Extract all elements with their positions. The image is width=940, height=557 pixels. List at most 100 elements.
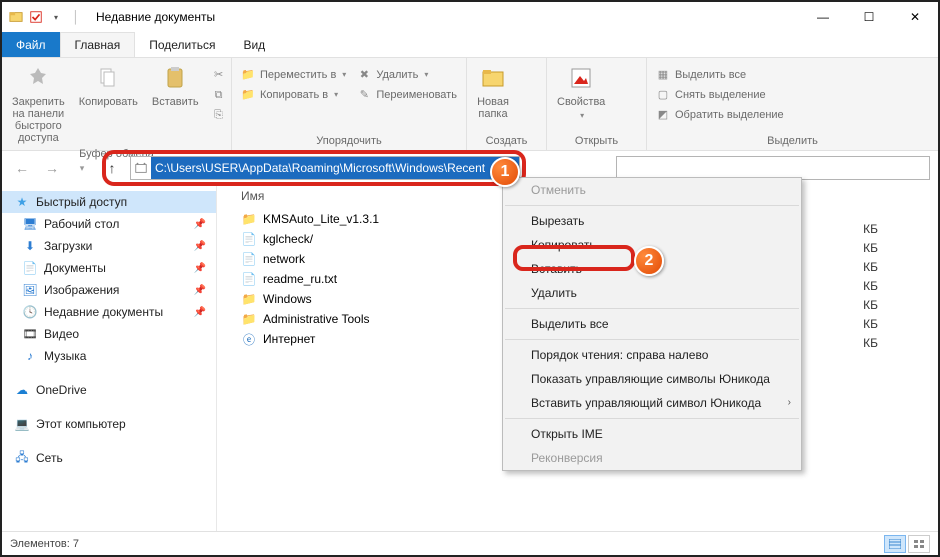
explorer-window: ▾ │ Недавние документы — ☐ ✕ Файл Главна… [0, 0, 940, 557]
selectinvert-icon: ◩ [655, 107, 671, 123]
nav-forward[interactable]: → [40, 160, 64, 176]
properties-icon [565, 62, 597, 94]
close-button[interactable]: ✕ [892, 2, 938, 32]
status-bar: Элементов: 7 [2, 531, 938, 555]
scissors-icon: ✂ [211, 67, 227, 83]
moveto-icon: 📁 [240, 67, 256, 83]
ctx-insert-unicode[interactable]: Вставить управляющий символ Юникода› [503, 391, 801, 415]
path-icon: ⧉ [211, 87, 227, 103]
sidebar-music[interactable]: ♪Музыка [2, 345, 216, 367]
pictures-icon: 🖼 [22, 282, 38, 298]
group-create-label: Создать [467, 135, 546, 150]
newfolder-button[interactable]: Новая папка [473, 62, 513, 120]
sidebar-recent[interactable]: 🕓Недавние документы📌 [2, 301, 216, 323]
sidebar-thispc[interactable]: 💻Этот компьютер [2, 413, 216, 435]
address-bar[interactable] [130, 156, 520, 180]
delete-button[interactable]: ✖Удалить▾ [354, 66, 459, 84]
copy-label: Копировать [79, 96, 138, 108]
maximize-button[interactable]: ☐ [846, 2, 892, 32]
nav-back[interactable]: ← [10, 160, 34, 176]
rename-icon: ✎ [356, 87, 372, 103]
ribbon: Закрепить на панели быстрого доступа Коп… [2, 58, 938, 151]
cut-small[interactable]: ✂ [209, 66, 229, 84]
pin-label: Закрепить на панели быстрого доступа [12, 96, 65, 144]
newfolder-label: Новая папка [477, 96, 509, 120]
ctx-reconv: Реконверсия [503, 446, 801, 470]
copy-icon [92, 62, 124, 94]
sidebar-documents[interactable]: 📄Документы📌 [2, 257, 216, 279]
callout-badge-2: 2 [634, 246, 664, 276]
properties-button[interactable]: Свойства▾ [553, 62, 609, 122]
ctx-delete[interactable]: Удалить [503, 281, 801, 305]
downloads-icon: ⬇ [22, 238, 38, 254]
network-icon: 🖧 [14, 450, 30, 466]
pin-icon: 📌 [194, 285, 206, 296]
sidebar-desktop[interactable]: 🖥Рабочий стол📌 [2, 213, 216, 235]
tab-view[interactable]: Вид [229, 32, 279, 57]
selectinvert-button[interactable]: ◩Обратить выделение [653, 106, 786, 124]
pin-icon: 📌 [194, 241, 206, 252]
selectnone-icon: ▢ [655, 87, 671, 103]
nav-up[interactable]: ↑ [100, 160, 124, 176]
pasteshort-small[interactable]: ⎘ [209, 106, 229, 124]
sidebar-onedrive[interactable]: ☁OneDrive [2, 379, 216, 401]
sidebar-videos[interactable]: 🎞Видео [2, 323, 216, 345]
ctx-rtl[interactable]: Порядок чтения: справа налево [503, 343, 801, 367]
tab-home[interactable]: Главная [60, 32, 136, 57]
ctx-selectall[interactable]: Выделить все [503, 312, 801, 336]
sidebar-downloads[interactable]: ⬇Загрузки📌 [2, 235, 216, 257]
music-icon: ♪ [22, 348, 38, 364]
rename-button[interactable]: ✎Переименовать [354, 86, 459, 104]
pin-icon: 📌 [194, 219, 206, 230]
documents-icon: 📄 [22, 260, 38, 276]
group-select-label: Выделить [647, 135, 938, 150]
file-icon: 📄 [241, 231, 257, 247]
title-bar: ▾ │ Недавние документы — ☐ ✕ [2, 2, 938, 32]
window-title: Недавние документы [90, 10, 215, 24]
sidebar-network[interactable]: 🖧Сеть [2, 447, 216, 469]
file-icon: 📄 [241, 251, 257, 267]
nav-recent[interactable]: ▾ [70, 163, 94, 174]
col-name[interactable]: Имя [241, 189, 264, 203]
star-icon: ★ [14, 194, 30, 210]
ctx-ime[interactable]: Открыть IME [503, 422, 801, 446]
selectnone-button[interactable]: ▢Снять выделение [653, 86, 786, 104]
view-details-button[interactable] [884, 535, 906, 553]
file-icon: 📄 [241, 271, 257, 287]
size-column: КБ КБ КБ КБ КБ КБ КБ [863, 222, 878, 350]
address-input[interactable] [151, 157, 519, 179]
quickbar-icon[interactable] [28, 9, 44, 25]
view-icons-button[interactable] [908, 535, 930, 553]
selectall-icon: ▦ [655, 67, 671, 83]
pc-icon: 💻 [14, 416, 30, 432]
copyto-button[interactable]: 📁Копировать в▾ [238, 86, 348, 104]
app-icon [8, 9, 24, 25]
ctx-cut[interactable]: Вырезать [503, 209, 801, 233]
copypath-small[interactable]: ⧉ [209, 86, 229, 104]
pin-button[interactable]: Закрепить на панели быстрого доступа [8, 62, 69, 144]
paste-label: Вставить [152, 96, 199, 108]
recent-icon: 🕓 [22, 304, 38, 320]
tab-share[interactable]: Поделиться [135, 32, 229, 57]
ctx-undo: Отменить [503, 178, 801, 202]
sidebar-pictures[interactable]: 🖼Изображения📌 [2, 279, 216, 301]
status-count: Элементов: 7 [10, 538, 79, 550]
moveto-button[interactable]: 📁Переместить в▾ [238, 66, 348, 84]
delete-icon: ✖ [356, 67, 372, 83]
address-icon [131, 161, 151, 175]
shortcut-icon: ⎘ [211, 107, 227, 123]
navigation-pane: ★Быстрый доступ 🖥Рабочий стол📌 ⬇Загрузки… [2, 185, 217, 531]
dropdown-icon[interactable]: ▾ [48, 9, 64, 25]
pin-icon [22, 62, 54, 94]
sidebar-quickaccess[interactable]: ★Быстрый доступ [2, 191, 216, 213]
copy-button[interactable]: Копировать [75, 62, 142, 108]
minimize-button[interactable]: — [800, 2, 846, 32]
paste-button[interactable]: Вставить [148, 62, 203, 108]
folder-icon [477, 62, 509, 94]
selectall-button[interactable]: ▦Выделить все [653, 66, 786, 84]
tab-file[interactable]: Файл [2, 32, 60, 57]
folder-icon: 📁 [241, 291, 257, 307]
group-open-label: Открыть [547, 135, 646, 150]
chevron-right-icon: › [788, 397, 791, 408]
ctx-show-unicode[interactable]: Показать управляющие символы Юникода [503, 367, 801, 391]
